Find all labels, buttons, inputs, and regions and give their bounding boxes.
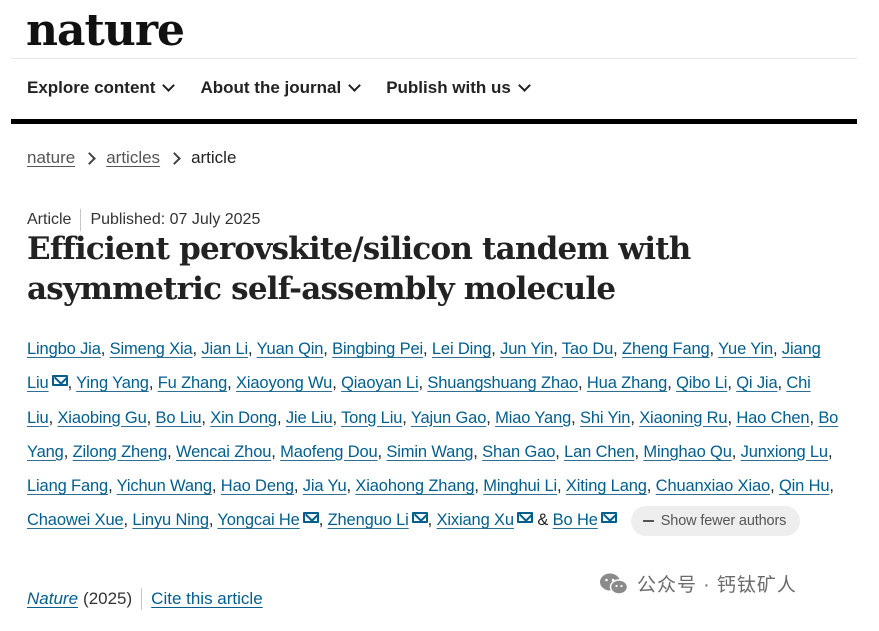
nav-item-label: Publish with us	[386, 78, 511, 97]
nav-item-label: Explore content	[27, 78, 156, 97]
author-link[interactable]: Yongcai He	[217, 511, 299, 529]
cite-this-article-link[interactable]: Cite this article	[151, 589, 262, 609]
chevron-right-icon	[83, 151, 97, 165]
nav-about-the-journal[interactable]: About the journal	[200, 78, 362, 98]
author-list: Lingbo Jia, Simeng Xia, Jian Li, Yuan Qi…	[27, 332, 839, 538]
author-link[interactable]: Lan Chen	[564, 443, 635, 461]
author-link[interactable]: Bo Liu	[156, 409, 202, 427]
chevron-right-icon	[168, 151, 181, 165]
breadcrumb: nature articles article	[27, 148, 236, 168]
author-link[interactable]: Shi Yin	[580, 409, 630, 427]
email-icon[interactable]	[302, 512, 319, 524]
author-link[interactable]: Bingbing Pei	[332, 340, 423, 358]
article-meta: Article Published: 07 July 2025	[27, 209, 260, 231]
citation-line: Nature (2025) Cite this article	[27, 588, 263, 610]
chevron-down-icon	[517, 79, 531, 92]
author-link[interactable]: Jun Yin	[500, 340, 553, 358]
article-type: Article	[27, 211, 72, 228]
nature-logo[interactable]: nature	[26, 6, 185, 56]
show-fewer-authors-button[interactable]: Show fewer authors	[630, 506, 801, 537]
minus-icon	[642, 520, 654, 523]
author-link[interactable]: Jie Liu	[286, 409, 333, 427]
author-link[interactable]: Jia Yu	[303, 477, 347, 495]
author-link[interactable]: Shuangshuang Zhao	[427, 374, 578, 392]
breadcrumb-current: article	[191, 148, 237, 167]
author-link[interactable]: Xin Dong	[210, 409, 277, 427]
chevron-down-icon	[162, 79, 176, 92]
meta-divider	[80, 209, 82, 231]
author-link[interactable]: Xixiang Xu	[437, 511, 515, 529]
author-link[interactable]: Hao Chen	[736, 409, 809, 427]
author-link[interactable]: Xiaoning Ru	[639, 409, 727, 427]
nav-publish-with-us[interactable]: Publish with us	[386, 78, 531, 98]
author-link[interactable]: Qiaoyan Li	[341, 374, 419, 392]
breadcrumb-link-articles[interactable]: articles	[106, 148, 160, 168]
author-link[interactable]: Qi Jia	[736, 374, 777, 392]
author-link[interactable]: Maofeng Dou	[280, 443, 378, 461]
author-link[interactable]: Xiaoyong Wu	[236, 374, 332, 392]
author-link[interactable]: Zhenguo Li	[328, 511, 409, 529]
author-link[interactable]: Bo He	[553, 511, 598, 529]
author-link[interactable]: Tao Du	[562, 340, 614, 358]
author-link[interactable]: Xiting Lang	[566, 477, 647, 495]
author-link[interactable]: Ying Yang	[76, 374, 149, 392]
author-link[interactable]: Miao Yang	[495, 409, 571, 427]
chevron-down-icon	[348, 79, 362, 92]
author-link[interactable]: Shan Gao	[482, 443, 555, 461]
author-link[interactable]: Linyu Ning	[132, 511, 209, 529]
nav-item-label: About the journal	[200, 78, 342, 97]
author-link[interactable]: Junxiong Lu	[741, 443, 828, 461]
author-link[interactable]: Jian Li	[201, 340, 248, 358]
author-link[interactable]: Zilong Zheng	[73, 443, 168, 461]
author-link[interactable]: Lei Ding	[432, 340, 491, 358]
author-link[interactable]: Liang Fang	[27, 477, 108, 495]
breadcrumb-link-nature[interactable]: nature	[27, 148, 75, 168]
author-link[interactable]: Qibo Li	[676, 374, 727, 392]
author-link[interactable]: Yuan Qin	[257, 340, 324, 358]
citation-divider	[141, 588, 143, 610]
journal-link[interactable]: Nature	[27, 589, 78, 609]
author-link[interactable]: Yue Yin	[718, 340, 773, 358]
author-link[interactable]: Tong Liu	[341, 409, 402, 427]
email-icon[interactable]	[51, 375, 68, 387]
watermark: 公众号 · 钙钛矿人	[599, 570, 797, 597]
watermark-text: 公众号 · 钙钛矿人	[637, 575, 797, 596]
email-icon[interactable]	[516, 512, 533, 524]
author-link[interactable]: Simeng Xia	[110, 340, 193, 358]
article-title: Efficient perovskite/silicon tandem with…	[27, 231, 691, 307]
show-fewer-label: Show fewer authors	[660, 512, 787, 529]
author-link[interactable]: Fu Zhang	[158, 374, 228, 392]
author-link[interactable]: Yichun Wang	[117, 477, 212, 495]
author-link[interactable]: Simin Wang	[386, 443, 473, 461]
author-link[interactable]: Wencai Zhou	[176, 443, 271, 461]
author-link[interactable]: Chaowei Xue	[27, 511, 124, 529]
email-icon[interactable]	[600, 512, 617, 524]
main-nav: Explore content About the journal Publis…	[27, 78, 556, 98]
author-link[interactable]: Hua Zhang	[587, 374, 667, 392]
author-link[interactable]: Hao Deng	[221, 477, 294, 495]
author-link[interactable]: Lingbo Jia	[27, 340, 101, 358]
author-link[interactable]: Xiaohong Zhang	[355, 477, 474, 495]
nav-bottom-rule	[11, 119, 857, 124]
published-date: Published: 07 July 2025	[90, 211, 261, 228]
header-divider	[11, 58, 857, 59]
author-link[interactable]: Minghao Qu	[643, 443, 732, 461]
author-link[interactable]: Chuanxiao Xiao	[656, 477, 771, 495]
author-link[interactable]: Yajun Gao	[411, 409, 487, 427]
wechat-icon	[600, 573, 629, 595]
author-link[interactable]: Xiaobing Gu	[57, 409, 146, 427]
nav-explore-content[interactable]: Explore content	[27, 78, 176, 98]
author-link[interactable]: Zheng Fang	[622, 340, 710, 358]
author-link[interactable]: Qin Hu	[779, 477, 830, 495]
email-icon[interactable]	[411, 512, 428, 524]
author-link[interactable]: Minghui Li	[483, 477, 557, 495]
citation-year: (2025)	[83, 589, 133, 608]
